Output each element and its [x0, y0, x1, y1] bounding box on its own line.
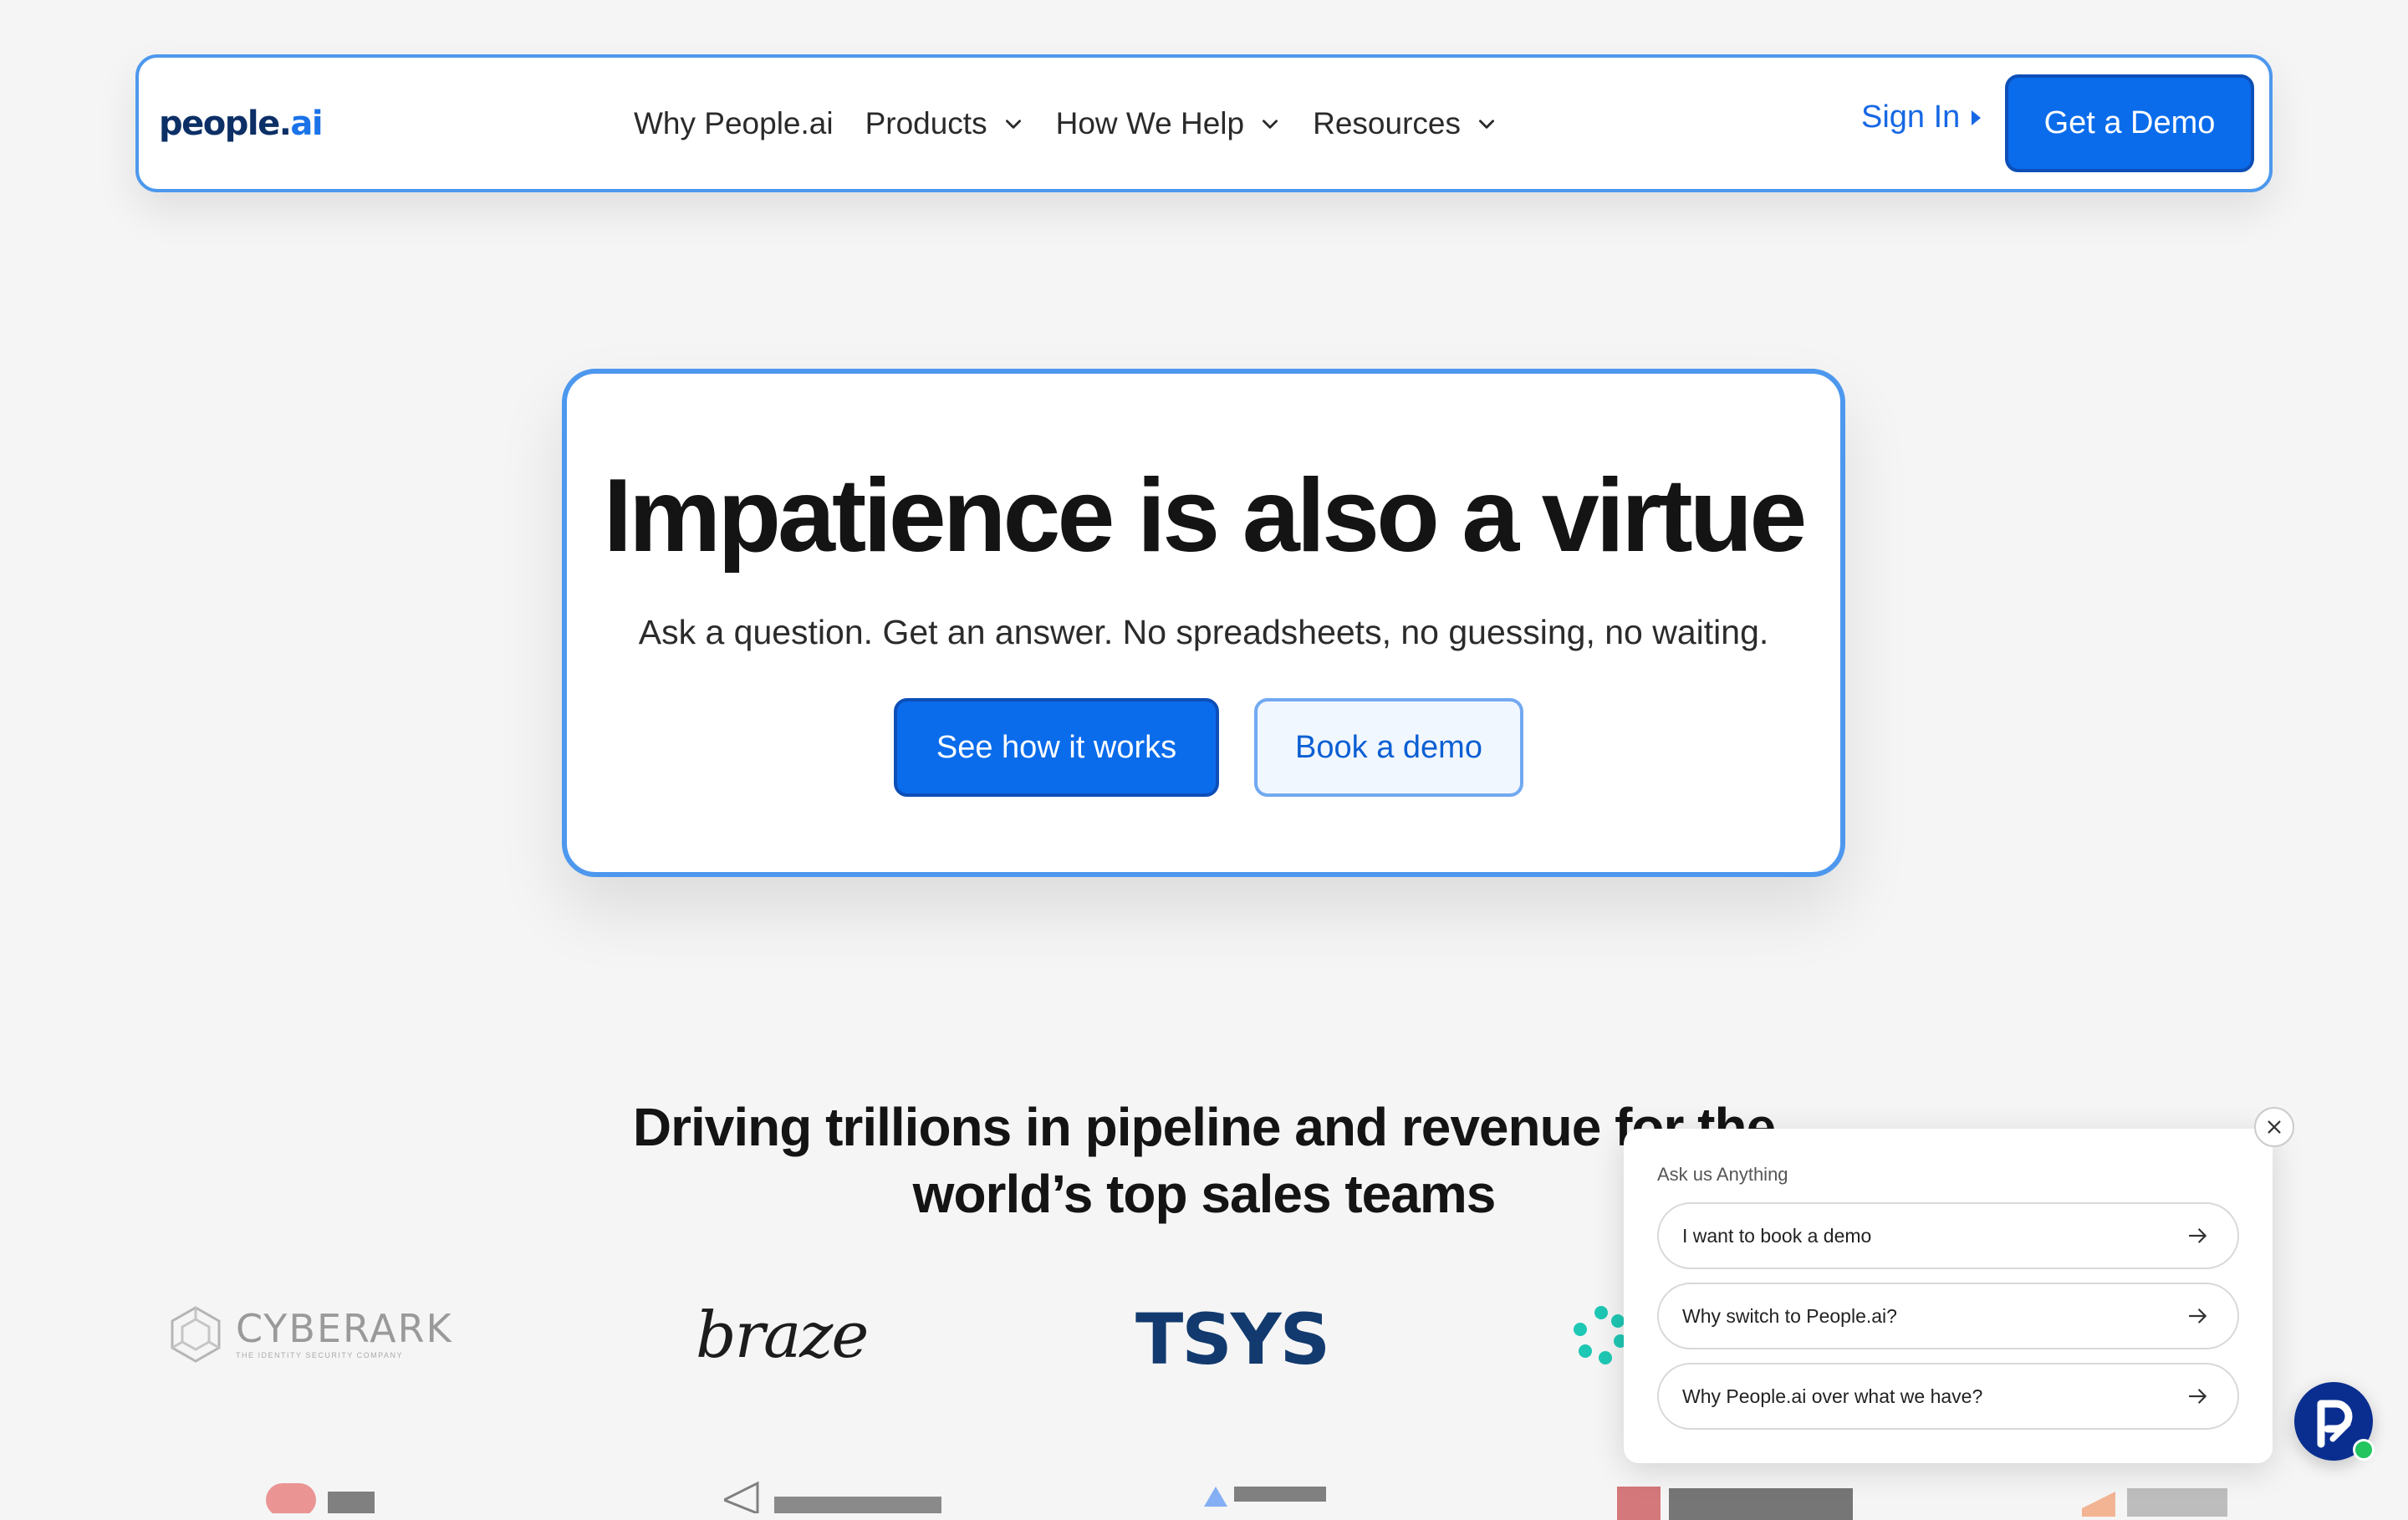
customers-heading-line2: world’s top sales teams [912, 1164, 1497, 1224]
chat-option-why-over-current[interactable]: Why People.ai over what we have? [1657, 1363, 2239, 1430]
people-ai-logo[interactable]: people. ai [159, 105, 324, 143]
online-status-dot [2353, 1439, 2375, 1461]
hero-card: Impatience is also a virtue Ask a questi… [562, 369, 1845, 877]
braze-logo: braze [696, 1298, 869, 1372]
cyberark-logo: CYBERARK THE IDENTITY SECURITY COMPANY [167, 1304, 453, 1364]
logo-text-dot: . [278, 105, 292, 143]
arrow-right-icon [2188, 1308, 2206, 1324]
get-a-demo-button[interactable]: Get a Demo [2005, 74, 2254, 172]
nav-item-resources[interactable]: Resources [1313, 106, 1497, 141]
customer-logo-faded [724, 1481, 941, 1513]
cyberark-cube-icon [171, 1306, 221, 1363]
chevron-down-icon [1005, 119, 1021, 129]
close-icon [2268, 1120, 2281, 1134]
chat-option-why-switch[interactable]: Why switch to People.ai? [1657, 1283, 2239, 1349]
chat-option-label: Why People.ai over what we have? [1682, 1385, 1983, 1407]
nav-item-why-people-ai[interactable]: Why People.ai [634, 106, 834, 141]
hero-title: Impatience is also a virtue [603, 458, 1808, 574]
chat-widget: Ask us Anything I want to book a demo Wh… [1624, 1129, 2273, 1463]
customer-logo-faded [1204, 1487, 1326, 1507]
customer-logo-faded [266, 1483, 375, 1513]
chat-option-book-demo[interactable]: I want to book a demo [1657, 1202, 2239, 1269]
see-how-it-works-button[interactable]: See how it works [894, 698, 1219, 797]
arrow-right-icon [2188, 1389, 2206, 1404]
nav-item-label: Resources [1313, 105, 1461, 140]
nav-item-products[interactable]: Products [865, 106, 1024, 141]
customer-logos-row-2 [0, 1472, 2408, 1520]
nav-item-label: How We Help [1055, 105, 1245, 140]
chat-option-label: Why switch to People.ai? [1682, 1304, 1897, 1327]
nav-item-how-we-help[interactable]: How We Help [1056, 106, 1282, 141]
customer-logo-faded [1617, 1487, 1853, 1520]
nav-item-label: Products [865, 105, 987, 140]
logo-text-main: people [159, 105, 280, 143]
caret-right-icon [1972, 110, 1982, 125]
logo-text-ai: ai [290, 105, 323, 143]
chat-close-button[interactable] [2254, 1107, 2294, 1147]
top-navigation: people. ai Why People.ai Products How We … [135, 54, 2273, 192]
cyberark-wordmark: CYBERARK [236, 1306, 453, 1351]
customer-logo-faded [2082, 1488, 2227, 1517]
customers-heading-line1: Driving trillions in pipeline and revenu… [632, 1097, 1776, 1157]
sign-in-link[interactable]: Sign In [1861, 99, 1982, 135]
hero-subtitle: Ask a question. Get an answer. No spread… [638, 613, 1769, 651]
tsys-logo: TSYS [1135, 1298, 1330, 1380]
main-menu: Why People.ai Products How We Help Resou… [634, 58, 1497, 189]
sign-in-label: Sign In [1861, 99, 1961, 135]
nav-item-label: Why People.ai [634, 105, 834, 140]
cyberark-tagline: THE IDENTITY SECURITY COMPANY [236, 1351, 404, 1359]
chat-option-label: I want to book a demo [1682, 1224, 1872, 1247]
chat-launcher-button[interactable] [2294, 1382, 2375, 1461]
book-a-demo-button[interactable]: Book a demo [1254, 698, 1523, 797]
chevron-down-icon [1263, 119, 1278, 129]
arrow-right-icon [2188, 1228, 2206, 1243]
chevron-down-icon [1478, 119, 1494, 129]
teal-flower-logo [1574, 1306, 1627, 1364]
chat-title: Ask us Anything [1657, 1164, 1788, 1185]
